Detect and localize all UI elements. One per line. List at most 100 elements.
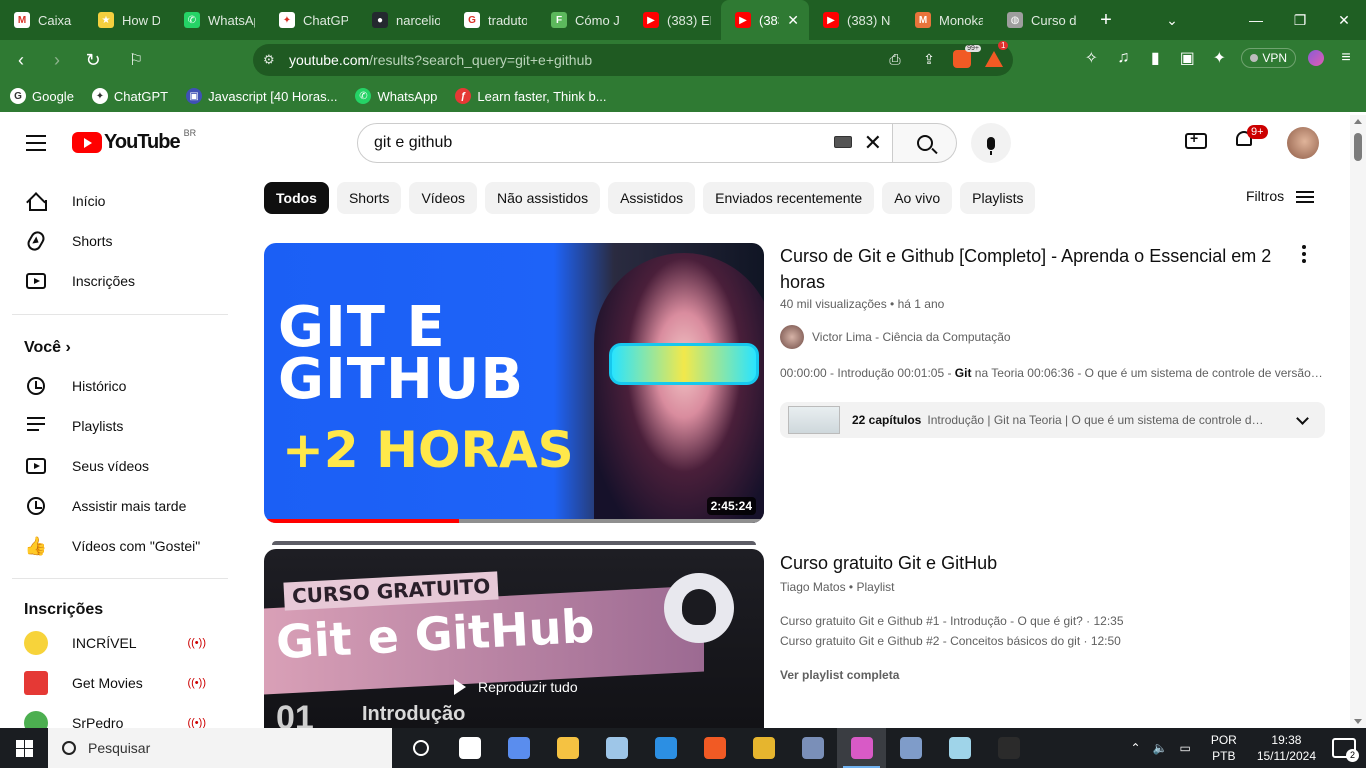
scrollbar-thumb[interactable] xyxy=(1354,133,1362,161)
taskbar-app[interactable] xyxy=(935,728,984,768)
sidebar-item-liked-videos[interactable]: 👍 Vídeos com "Gostei" xyxy=(12,526,228,566)
url-text[interactable]: youtube.com/results?search_query=git+e+g… xyxy=(289,52,592,68)
browser-tab[interactable]: ★ How De xyxy=(84,0,170,40)
browser-tab[interactable]: ● narcelio xyxy=(358,0,450,40)
browser-tab[interactable]: Gtradutor xyxy=(450,0,537,40)
taskbar-app[interactable] xyxy=(690,728,739,768)
guide-menu-icon[interactable] xyxy=(26,135,46,156)
browser-tab[interactable]: ▶ (383) Ne xyxy=(809,0,901,40)
filter-chip[interactable]: Assistidos xyxy=(608,182,696,214)
bookmark-item[interactable]: ƒ Learn faster, Think b... xyxy=(455,88,607,104)
tab-search-chevron-icon[interactable]: ⌄ xyxy=(1150,12,1194,29)
install-app-icon[interactable]: ⎙ xyxy=(885,51,905,68)
channel-link[interactable]: Tiago Matos xyxy=(780,580,846,594)
search-input[interactable]: git e github ✕ xyxy=(357,123,893,163)
bookmark-item[interactable]: ▣ Javascript [40 Horas... xyxy=(186,88,337,104)
sidebar-item-shorts[interactable]: Shorts xyxy=(12,221,228,261)
sidebar-item-subscriptions[interactable]: Inscrições xyxy=(12,261,228,301)
taskbar-app[interactable] xyxy=(592,728,641,768)
keyboard-icon[interactable] xyxy=(834,136,852,148)
sidebar-item-home[interactable]: Início xyxy=(12,181,228,221)
close-window-button[interactable]: ✕ xyxy=(1322,12,1366,29)
filter-chip[interactable]: Vídeos xyxy=(409,182,478,214)
youtube-logo[interactable]: YouTube BR xyxy=(72,128,196,154)
battery-icon[interactable]: ▭ xyxy=(1179,741,1190,755)
taskbar-app[interactable] xyxy=(984,728,1033,768)
taskbar-app[interactable] xyxy=(641,728,690,768)
browser-tab[interactable]: M Monoka xyxy=(901,0,993,40)
browser-tab[interactable]: ✦ ChatGPT xyxy=(265,0,358,40)
speaker-icon[interactable]: 🔈 xyxy=(1153,741,1168,755)
menu-icon[interactable]: ≡ xyxy=(1336,49,1356,67)
sidebar-channel-incrivel[interactable]: INCRÍVEL ((•)) xyxy=(12,623,228,663)
leo-ai-icon[interactable]: ✦ xyxy=(1209,48,1229,68)
channel-avatar[interactable] xyxy=(780,325,804,349)
scroll-down-icon[interactable] xyxy=(1354,719,1362,724)
filter-chip[interactable]: Enviados recentemente xyxy=(703,182,875,214)
filter-chip[interactable]: Todos xyxy=(264,182,329,214)
clock[interactable]: 19:38 15/11/2024 xyxy=(1257,732,1316,764)
taskbar-app[interactable] xyxy=(837,728,886,768)
channel-link[interactable]: Victor Lima - Ciência da Computação xyxy=(780,325,1011,349)
extensions-icon[interactable]: ✧ xyxy=(1081,48,1101,68)
more-actions-icon[interactable] xyxy=(1302,245,1306,266)
search-button[interactable] xyxy=(893,123,957,163)
playlist-thumbnail[interactable]: CURSO GRATUITO Git e GitHub 01 Introduçã… xyxy=(264,549,764,728)
filter-chip[interactable]: Playlists xyxy=(960,182,1036,214)
browser-tab[interactable]: ▶ (383 ✕ xyxy=(721,0,809,40)
brave-rewards-icon[interactable]: 1 xyxy=(985,41,1009,67)
scroll-up-icon[interactable] xyxy=(1354,119,1362,124)
close-tab-icon[interactable]: ✕ xyxy=(787,12,799,29)
vpn-button[interactable]: VPN xyxy=(1241,48,1296,68)
filter-chip[interactable]: Shorts xyxy=(336,182,402,214)
create-video-icon[interactable] xyxy=(1185,130,1207,149)
taskbar-app[interactable] xyxy=(494,728,543,768)
taskbar-app[interactable] xyxy=(788,728,837,768)
avatar[interactable] xyxy=(1287,127,1319,159)
video-title[interactable]: Curso de Git e Github [Completo] - Apren… xyxy=(780,243,1280,295)
reload-button[interactable]: ↻ xyxy=(78,45,108,75)
bookmark-item[interactable]: ✆ WhatsApp xyxy=(355,88,437,104)
start-button[interactable] xyxy=(0,728,48,768)
taskbar-app[interactable] xyxy=(445,728,494,768)
taskbar-app[interactable] xyxy=(543,728,592,768)
profile-icon[interactable] xyxy=(1308,50,1324,66)
taskbar-app[interactable] xyxy=(886,728,935,768)
brave-shields-icon[interactable]: 99+ xyxy=(953,45,981,68)
bookmark-item[interactable]: G Google xyxy=(10,88,74,104)
browser-tab[interactable]: ◍ Curso de xyxy=(993,0,1086,40)
notifications-button[interactable]: 9+ xyxy=(1236,125,1268,151)
media-icon[interactable]: ♫ xyxy=(1113,49,1133,67)
video-thumbnail[interactable]: GIT E GITHUB +2 HORAS 2:45:24 xyxy=(264,243,764,523)
browser-tab[interactable]: F Cómo Jc xyxy=(537,0,629,40)
notification-center-icon[interactable]: 2 xyxy=(1332,738,1359,762)
voice-search-button[interactable] xyxy=(971,123,1011,163)
you-section-header[interactable]: Você › xyxy=(24,339,71,357)
page-scrollbar[interactable] xyxy=(1350,115,1366,728)
taskbar-search-box[interactable]: Pesquisar xyxy=(48,728,392,768)
taskbar-app[interactable] xyxy=(739,728,788,768)
play-all-button[interactable]: Reproduzir tudo xyxy=(454,679,578,695)
forward-button[interactable]: › xyxy=(42,45,72,75)
site-info-icon[interactable]: ⚙ xyxy=(263,52,289,68)
language-indicator[interactable]: POR PTB xyxy=(1211,732,1237,764)
chevron-up-icon[interactable]: ⌃ xyxy=(1130,741,1140,755)
minimize-button[interactable]: — xyxy=(1234,12,1278,28)
filters-button[interactable]: Filtros xyxy=(1246,188,1315,204)
sidebar-item-your-videos[interactable]: Seus vídeos xyxy=(12,446,228,486)
sidebar-icon[interactable]: ▮ xyxy=(1145,48,1165,68)
chapters-expander[interactable]: 22 capítulos Introdução | Git na Teoria … xyxy=(780,402,1325,438)
view-full-playlist-link[interactable]: Ver playlist completa xyxy=(780,668,899,682)
browser-tab[interactable]: M Caixa de xyxy=(0,0,84,40)
taskbar-app[interactable] xyxy=(396,728,445,768)
new-tab-button[interactable]: + xyxy=(1094,9,1118,32)
sidebar-item-playlists[interactable]: Playlists xyxy=(12,406,228,446)
clear-search-icon[interactable]: ✕ xyxy=(864,130,882,156)
browser-tab[interactable]: ✆ WhatsAp xyxy=(170,0,265,40)
filter-chip[interactable]: Não assistidos xyxy=(485,182,601,214)
sidebar-item-watch-later[interactable]: Assistir mais tarde xyxy=(12,486,228,526)
bookmark-item[interactable]: ✦ ChatGPT xyxy=(91,88,168,104)
playlist-title[interactable]: Curso gratuito Git e GitHub xyxy=(780,550,997,576)
back-button[interactable]: ‹ xyxy=(6,45,36,75)
filter-chip[interactable]: Ao vivo xyxy=(882,182,953,214)
